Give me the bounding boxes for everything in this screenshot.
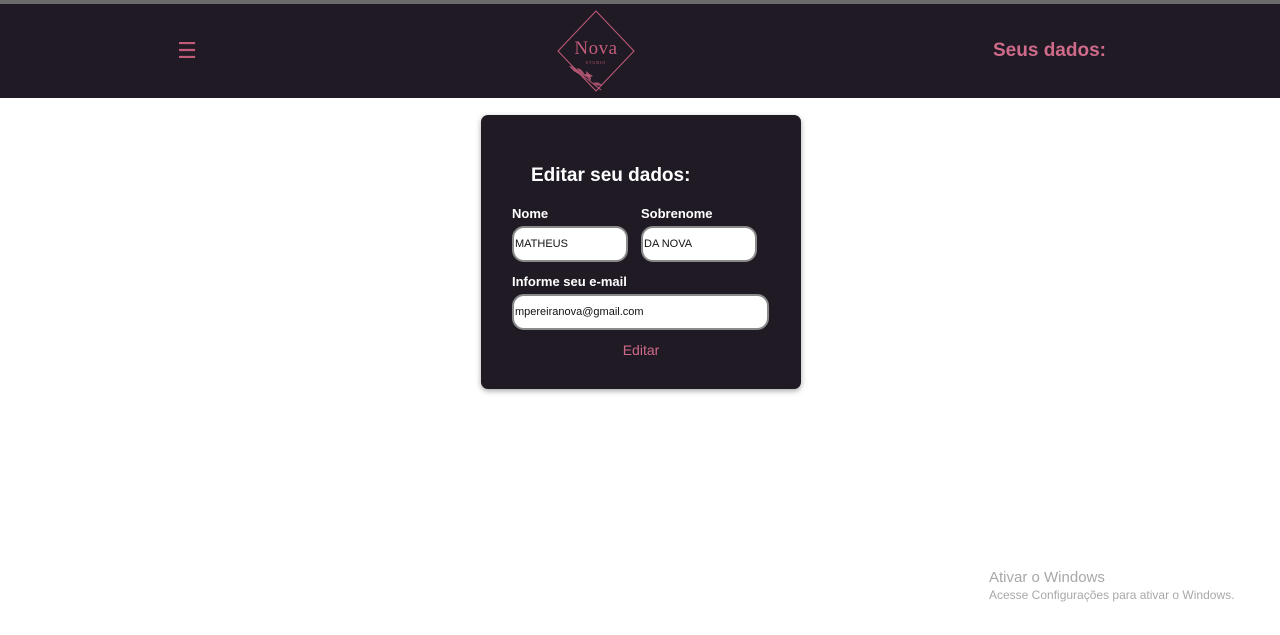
edit-button[interactable]: Editar <box>481 342 801 358</box>
last-name-label: Sobrenome <box>641 206 713 221</box>
logo-subtext: STUDIO <box>585 60 607 65</box>
brand-logo[interactable]: Nova STUDIO <box>553 8 639 94</box>
windows-activation-watermark: Ativar o Windows Acesse Configurações pa… <box>989 569 1234 602</box>
last-name-input[interactable] <box>641 226 757 262</box>
first-name-label: Nome <box>512 206 549 221</box>
hamburger-menu-icon[interactable]: ☰ <box>176 40 198 62</box>
form-title: Editar seu dados: <box>531 165 691 186</box>
watermark-title: Ativar o Windows <box>989 569 1105 586</box>
page-title: Seus dados: <box>993 40 1106 61</box>
first-name-input[interactable] <box>512 226 628 262</box>
logo-text: Nova <box>574 38 618 59</box>
email-input[interactable] <box>512 294 769 330</box>
watermark-subtitle: Acesse Configurações para ativar o Windo… <box>989 588 1235 602</box>
email-label: Informe seu e-mail <box>512 274 627 289</box>
top-navbar: ☰ Nova STUDIO Seus dados: <box>0 4 1280 98</box>
edit-profile-card: Editar seu dados: Nome Sobrenome Informe… <box>481 115 801 389</box>
